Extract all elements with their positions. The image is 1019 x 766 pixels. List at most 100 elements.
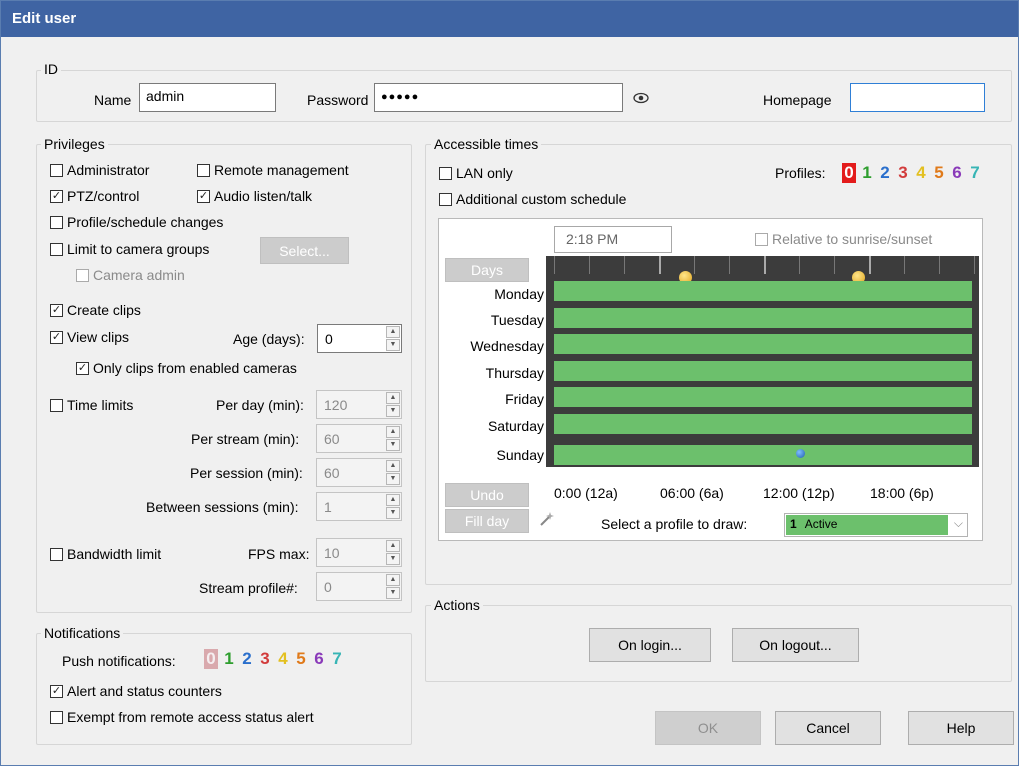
spin-up-icon[interactable]: ▲ — [386, 574, 400, 586]
remote-management-checkbox[interactable]: Remote management — [197, 162, 349, 178]
camera-admin-label: Camera admin — [93, 267, 185, 283]
audio-checkbox[interactable]: ✓ Audio listen/talk — [197, 188, 312, 204]
fill-day-button[interactable]: Fill day — [445, 509, 529, 533]
profile-7[interactable]: 7 — [968, 163, 982, 183]
checkbox-box — [50, 215, 63, 229]
name-input[interactable]: admin — [139, 83, 276, 112]
profile-2[interactable]: 2 — [878, 163, 892, 183]
custom-schedule-checkbox[interactable]: Additional custom schedule — [439, 191, 626, 207]
push-notifications-label: Push notifications: — [62, 653, 176, 669]
spin-down-icon[interactable]: ▼ — [386, 507, 400, 519]
window-title: Edit user — [1, 1, 1018, 37]
wednesday-row[interactable] — [554, 334, 972, 354]
checkbox-box: ✓ — [76, 361, 89, 375]
push-profile-4[interactable]: 4 — [276, 649, 290, 669]
per-session-spinner[interactable]: 60 ▲ ▼ — [316, 458, 402, 487]
push-profile-5[interactable]: 5 — [294, 649, 308, 669]
on-logout-button[interactable]: On logout... — [732, 628, 859, 662]
push-profile-3[interactable]: 3 — [258, 649, 272, 669]
eye-icon[interactable] — [633, 91, 649, 104]
actions-group-title: Actions — [431, 597, 483, 613]
schedule-grid[interactable] — [546, 256, 979, 467]
push-profile-7[interactable]: 7 — [330, 649, 344, 669]
spin-up-icon[interactable]: ▲ — [386, 494, 400, 506]
spin-down-icon[interactable]: ▼ — [386, 339, 400, 351]
profile-4[interactable]: 4 — [914, 163, 928, 183]
checkbox-box: ✓ — [50, 684, 63, 698]
between-sessions-label: Between sessions (min): — [146, 499, 299, 515]
checkbox-box: ✓ — [50, 330, 63, 344]
hour-tick — [799, 256, 800, 274]
spin-up-icon[interactable]: ▲ — [386, 392, 400, 404]
hour-tick — [939, 256, 940, 274]
push-profile-6[interactable]: 6 — [312, 649, 326, 669]
stream-profile-label: Stream profile#: — [199, 580, 298, 596]
push-profile-0[interactable]: 0 — [204, 649, 218, 669]
per-stream-spinner[interactable]: 60 ▲ ▼ — [316, 424, 402, 453]
between-sessions-spinner[interactable]: 1 ▲ ▼ — [316, 492, 402, 521]
fps-max-value: 10 — [324, 545, 340, 561]
profile-0[interactable]: 0 — [842, 163, 856, 183]
ptz-control-checkbox[interactable]: ✓ PTZ/control — [50, 188, 139, 204]
stream-profile-spinner[interactable]: 0 ▲ ▼ — [316, 572, 402, 601]
administrator-checkbox[interactable]: Administrator — [50, 162, 149, 178]
hour-tick — [729, 256, 730, 274]
profile-6[interactable]: 6 — [950, 163, 964, 183]
time-limits-label: Time limits — [67, 397, 134, 413]
profile-5[interactable]: 5 — [932, 163, 946, 183]
push-profile-1[interactable]: 1 — [222, 649, 236, 669]
profile-changes-checkbox[interactable]: Profile/schedule changes — [50, 214, 223, 230]
day-label: Friday — [505, 391, 544, 407]
time-limits-checkbox[interactable]: Time limits — [50, 397, 133, 413]
per-day-value: 120 — [324, 397, 348, 413]
saturday-row[interactable] — [554, 414, 972, 434]
monday-row[interactable] — [554, 281, 972, 301]
magic-wand-icon[interactable] — [539, 511, 555, 527]
days-button[interactable]: Days — [445, 258, 529, 282]
cancel-button[interactable]: Cancel — [775, 711, 881, 745]
undo-button[interactable]: Undo — [445, 483, 529, 507]
hour-tick — [659, 256, 661, 274]
time-input[interactable]: 2:18 PM — [554, 226, 672, 253]
exempt-checkbox[interactable]: Exempt from remote access status alert — [50, 709, 314, 725]
lan-only-checkbox[interactable]: LAN only — [439, 165, 513, 181]
sunday-row[interactable] — [554, 445, 972, 465]
spin-down-icon[interactable]: ▼ — [386, 473, 400, 485]
only-enabled-checkbox[interactable]: ✓ Only clips from enabled cameras — [76, 360, 297, 376]
limit-groups-checkbox[interactable]: Limit to camera groups — [50, 241, 209, 257]
relative-sun-checkbox[interactable]: Relative to sunrise/sunset — [755, 231, 932, 247]
spin-up-icon[interactable]: ▲ — [386, 326, 400, 338]
help-button[interactable]: Help — [908, 711, 1014, 745]
alert-counters-checkbox[interactable]: ✓ Alert and status counters — [50, 683, 222, 699]
profile-1[interactable]: 1 — [860, 163, 874, 183]
tuesday-row[interactable] — [554, 308, 972, 328]
spin-down-icon[interactable]: ▼ — [386, 553, 400, 565]
spin-up-icon[interactable]: ▲ — [386, 540, 400, 552]
profile-select[interactable]: 1 Active ⌵ — [784, 513, 968, 537]
view-clips-checkbox[interactable]: ✓ View clips — [50, 329, 129, 345]
chevron-down-icon[interactable]: ⌵ — [954, 516, 963, 531]
homepage-input[interactable] — [850, 83, 985, 112]
create-clips-label: Create clips — [67, 302, 141, 318]
create-clips-checkbox[interactable]: ✓ Create clips — [50, 302, 141, 318]
camera-admin-checkbox[interactable]: Camera admin — [76, 267, 185, 283]
spin-down-icon[interactable]: ▼ — [386, 587, 400, 599]
per-day-spinner[interactable]: 120 ▲ ▼ — [316, 390, 402, 419]
thursday-row[interactable] — [554, 361, 972, 381]
friday-row[interactable] — [554, 387, 972, 407]
spin-down-icon[interactable]: ▼ — [386, 405, 400, 417]
spin-up-icon[interactable]: ▲ — [386, 460, 400, 472]
fps-max-spinner[interactable]: 10 ▲ ▼ — [316, 538, 402, 567]
on-login-button[interactable]: On login... — [589, 628, 711, 662]
spin-up-icon[interactable]: ▲ — [386, 426, 400, 438]
checkbox-box — [197, 163, 210, 177]
password-input[interactable]: ●●●●● — [374, 83, 623, 112]
checkbox-box — [439, 192, 452, 206]
push-profile-2[interactable]: 2 — [240, 649, 254, 669]
profile-3[interactable]: 3 — [896, 163, 910, 183]
age-spinner[interactable]: 0 ▲ ▼ — [317, 324, 402, 353]
ok-button[interactable]: OK — [655, 711, 761, 745]
spin-down-icon[interactable]: ▼ — [386, 439, 400, 451]
select-groups-button[interactable]: Select... — [260, 237, 349, 264]
bandwidth-limit-checkbox[interactable]: Bandwidth limit — [50, 546, 161, 562]
